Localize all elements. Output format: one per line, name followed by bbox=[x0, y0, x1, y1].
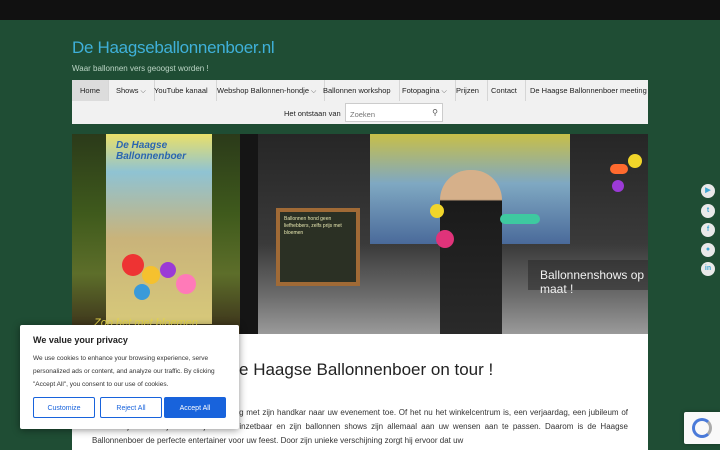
balloon-decoration bbox=[430, 204, 444, 218]
balloon-decoration bbox=[436, 230, 454, 248]
balloon-decoration bbox=[612, 180, 624, 192]
reject-all-button[interactable]: Reject All bbox=[100, 397, 162, 418]
search-input[interactable] bbox=[346, 106, 428, 123]
nav-item-label: Home bbox=[80, 86, 101, 95]
balloon-decoration bbox=[122, 254, 144, 276]
balloon-decoration bbox=[176, 274, 196, 294]
nav-item-youtube[interactable]: YouTube kanaal bbox=[146, 80, 217, 101]
hero-photo-right: Ballonnen hond geen liefhebbers, zelfs p… bbox=[240, 134, 648, 334]
balloon-decoration bbox=[160, 262, 176, 278]
nav-item-ontstaan[interactable]: Het ontstaan van bbox=[276, 103, 349, 124]
balloon-decoration bbox=[500, 214, 540, 224]
recaptcha-icon bbox=[692, 418, 712, 438]
nav-item-prijzen[interactable]: Prijzen bbox=[448, 80, 488, 101]
chevron-down-icon: ⌵ bbox=[441, 88, 447, 95]
nav-item-label: Ballonnen workshop bbox=[323, 86, 391, 95]
hero-caption-text: Ballonnenshows op maat ! bbox=[540, 268, 645, 296]
performer bbox=[440, 170, 502, 334]
facebook-icon[interactable]: f bbox=[701, 223, 715, 237]
search-box: ⚲ bbox=[345, 103, 443, 123]
hero-caption: Ballonnenshows op maat ! bbox=[528, 260, 648, 296]
site-title[interactable]: De Haagseballonnenboer.nl bbox=[72, 38, 275, 58]
balloon-decoration bbox=[134, 284, 150, 300]
banner-stand bbox=[106, 134, 212, 324]
linkedin-icon[interactable]: in bbox=[701, 262, 715, 276]
nav-item-label: YouTube kanaal bbox=[154, 86, 208, 95]
nav-item-label: Shows bbox=[116, 86, 139, 95]
cookie-title: We value your privacy bbox=[33, 335, 128, 345]
nav-item-contact[interactable]: Contact bbox=[483, 80, 526, 101]
balloon-decoration bbox=[142, 266, 160, 284]
hero-slider[interactable]: De Haagse Ballonnenboer Zoo het met bloe… bbox=[72, 134, 648, 334]
customize-button[interactable]: Customize bbox=[33, 397, 95, 418]
nav-item-label: Prijzen bbox=[456, 86, 479, 95]
hero-photo-left: De Haagse Ballonnenboer Zoo het met bloe… bbox=[72, 134, 240, 334]
hero-logo-text: De Haagse Ballonnenboer bbox=[116, 140, 187, 162]
youtube-icon[interactable]: ▶ bbox=[701, 184, 715, 198]
chalkboard: Ballonnen hond geen liefhebbers, zelfs p… bbox=[276, 208, 360, 286]
cookie-description: We use cookies to enhance your browsing … bbox=[33, 355, 215, 388]
main-navigation: Home Shows ⌵ YouTube kanaal Webshop Ballo… bbox=[72, 80, 648, 124]
user-icon[interactable]: ● bbox=[701, 243, 715, 257]
accept-all-button[interactable]: Accept All bbox=[164, 397, 226, 418]
nav-item-label: Contact bbox=[491, 86, 517, 95]
top-bar bbox=[0, 0, 720, 20]
nav-item-label: Webshop Ballonnen-hondje bbox=[217, 86, 310, 95]
tent-edge bbox=[240, 134, 258, 334]
cookie-consent-banner: We value your privacy We use cookies to … bbox=[20, 325, 239, 429]
twitter-icon[interactable]: t bbox=[701, 204, 715, 218]
balloon-decoration bbox=[610, 164, 628, 174]
search-icon[interactable]: ⚲ bbox=[432, 108, 438, 117]
nav-item-label: Fotopagina bbox=[402, 86, 440, 95]
nav-item-label: Het ontstaan van bbox=[284, 109, 341, 118]
site-tagline: Waar ballonnen vers geoogst worden ! bbox=[72, 64, 209, 73]
chalkboard-text: Ballonnen hond geen liefhebbers, zelfs p… bbox=[284, 216, 342, 236]
nav-item-label: De Haagse Ballonnenboer meeting bbox=[530, 86, 647, 95]
balloon-decoration bbox=[628, 154, 642, 168]
nav-item-meeting[interactable]: De Haagse Ballonnenboer meeting bbox=[522, 80, 655, 101]
nav-item-workshop[interactable]: Ballonnen workshop bbox=[315, 80, 400, 101]
nav-item-home[interactable]: Home bbox=[72, 80, 110, 101]
nav-item-webshop[interactable]: Webshop Ballonnen-hondje ⌵ bbox=[209, 80, 326, 101]
nav-item-fotopagina[interactable]: Fotopagina ⌵ bbox=[394, 80, 456, 101]
recaptcha-badge[interactable] bbox=[684, 412, 720, 444]
